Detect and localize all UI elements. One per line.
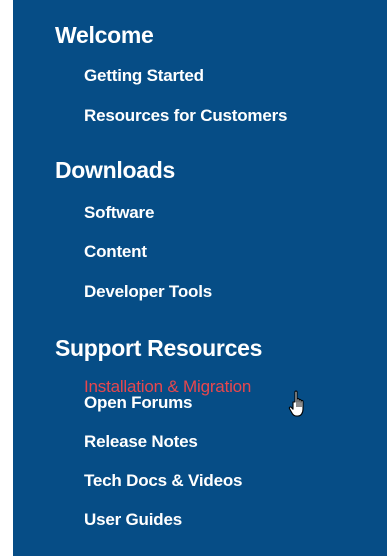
nav-link-resources-for-customers[interactable]: Resources for Customers [84, 105, 287, 127]
nav-link-developer-tools[interactable]: Developer Tools [84, 281, 212, 303]
nav-link-open-forums[interactable]: Open Forums [84, 392, 193, 414]
nav-link-content[interactable]: Content [84, 241, 147, 263]
nav-link-tech-docs-videos[interactable]: Tech Docs & Videos [84, 470, 242, 492]
nav-link-software[interactable]: Software [84, 202, 154, 224]
nav-link-getting-started[interactable]: Getting Started [84, 65, 204, 87]
nav-link-release-notes[interactable]: Release Notes [84, 431, 198, 453]
hand-pointer-icon [288, 390, 304, 417]
section-heading-welcome: Welcome [55, 22, 154, 48]
section-heading-support-resources: Support Resources [55, 335, 263, 361]
nav-link-user-guides[interactable]: User Guides [84, 509, 182, 531]
section-heading-downloads: Downloads [55, 157, 175, 183]
